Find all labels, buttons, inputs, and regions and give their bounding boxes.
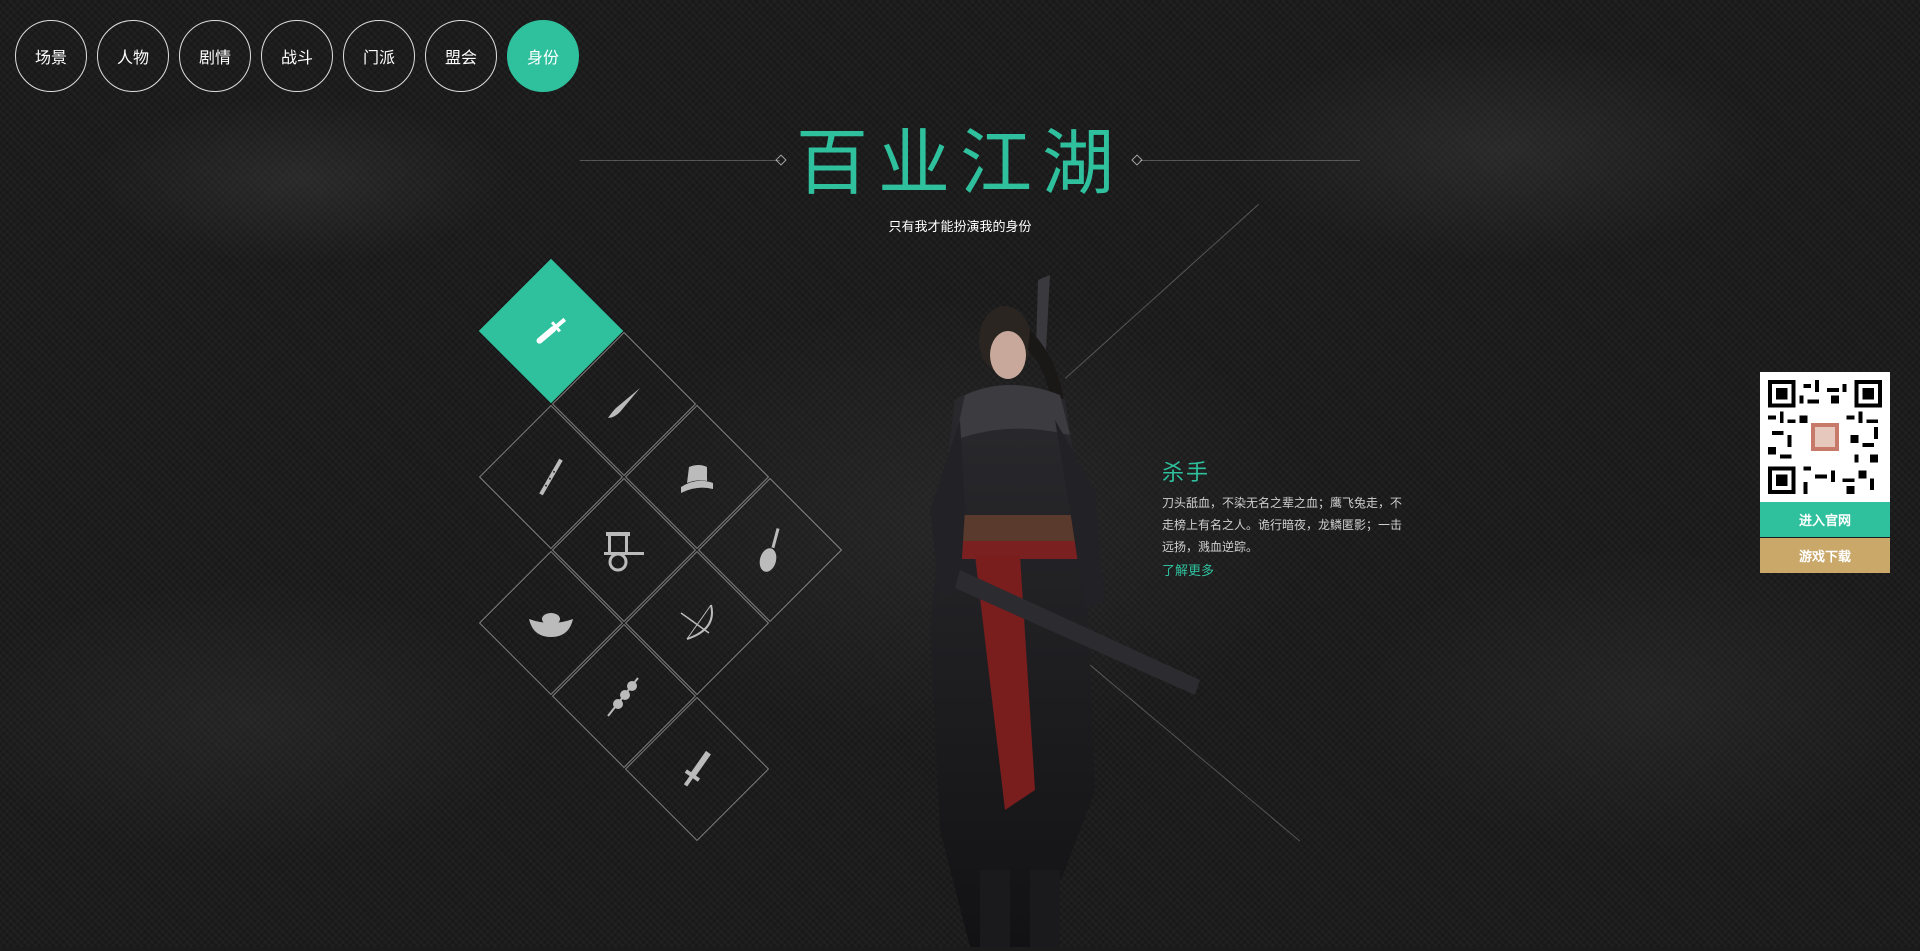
nav-item-story[interactable]: 剧情: [179, 20, 251, 92]
nav-item-alliance[interactable]: 盟会: [425, 20, 497, 92]
nav-item-identity[interactable]: 身份: [507, 20, 579, 92]
role-name: 杀手: [1162, 461, 1211, 486]
learn-more-link[interactable]: 了解更多: [1162, 560, 1214, 579]
nav-item-scene[interactable]: 场景: [15, 20, 87, 92]
title-divider-right: [1140, 160, 1360, 161]
title-divider-left: [580, 160, 780, 161]
page-title: 百业江湖: [795, 121, 1124, 205]
official-site-button[interactable]: 进入官网: [1760, 502, 1890, 537]
assassin-character-illustration: [860, 270, 1240, 947]
nav-item-characters[interactable]: 人物: [97, 20, 169, 92]
qr-side-panel: 进入官网 游戏下载: [1760, 372, 1890, 573]
qr-code: [1760, 372, 1890, 502]
page-subtitle: 只有我才能扮演我的身份: [888, 220, 1032, 235]
role-description: 刀头舐血，不染无名之辈之血；鹰飞兔走，不走榜上有名之人。诡行暗夜，龙鳞匿影；一击…: [1162, 496, 1403, 554]
game-download-button[interactable]: 游戏下载: [1760, 538, 1890, 573]
nav-item-sects[interactable]: 门派: [343, 20, 415, 92]
title-diamond-left: [775, 154, 787, 166]
top-nav: 场景 人物 剧情 战斗 门派 盟会 身份: [15, 20, 579, 92]
section-header: 百业江湖: [0, 118, 1920, 208]
nav-item-combat[interactable]: 战斗: [261, 20, 333, 92]
